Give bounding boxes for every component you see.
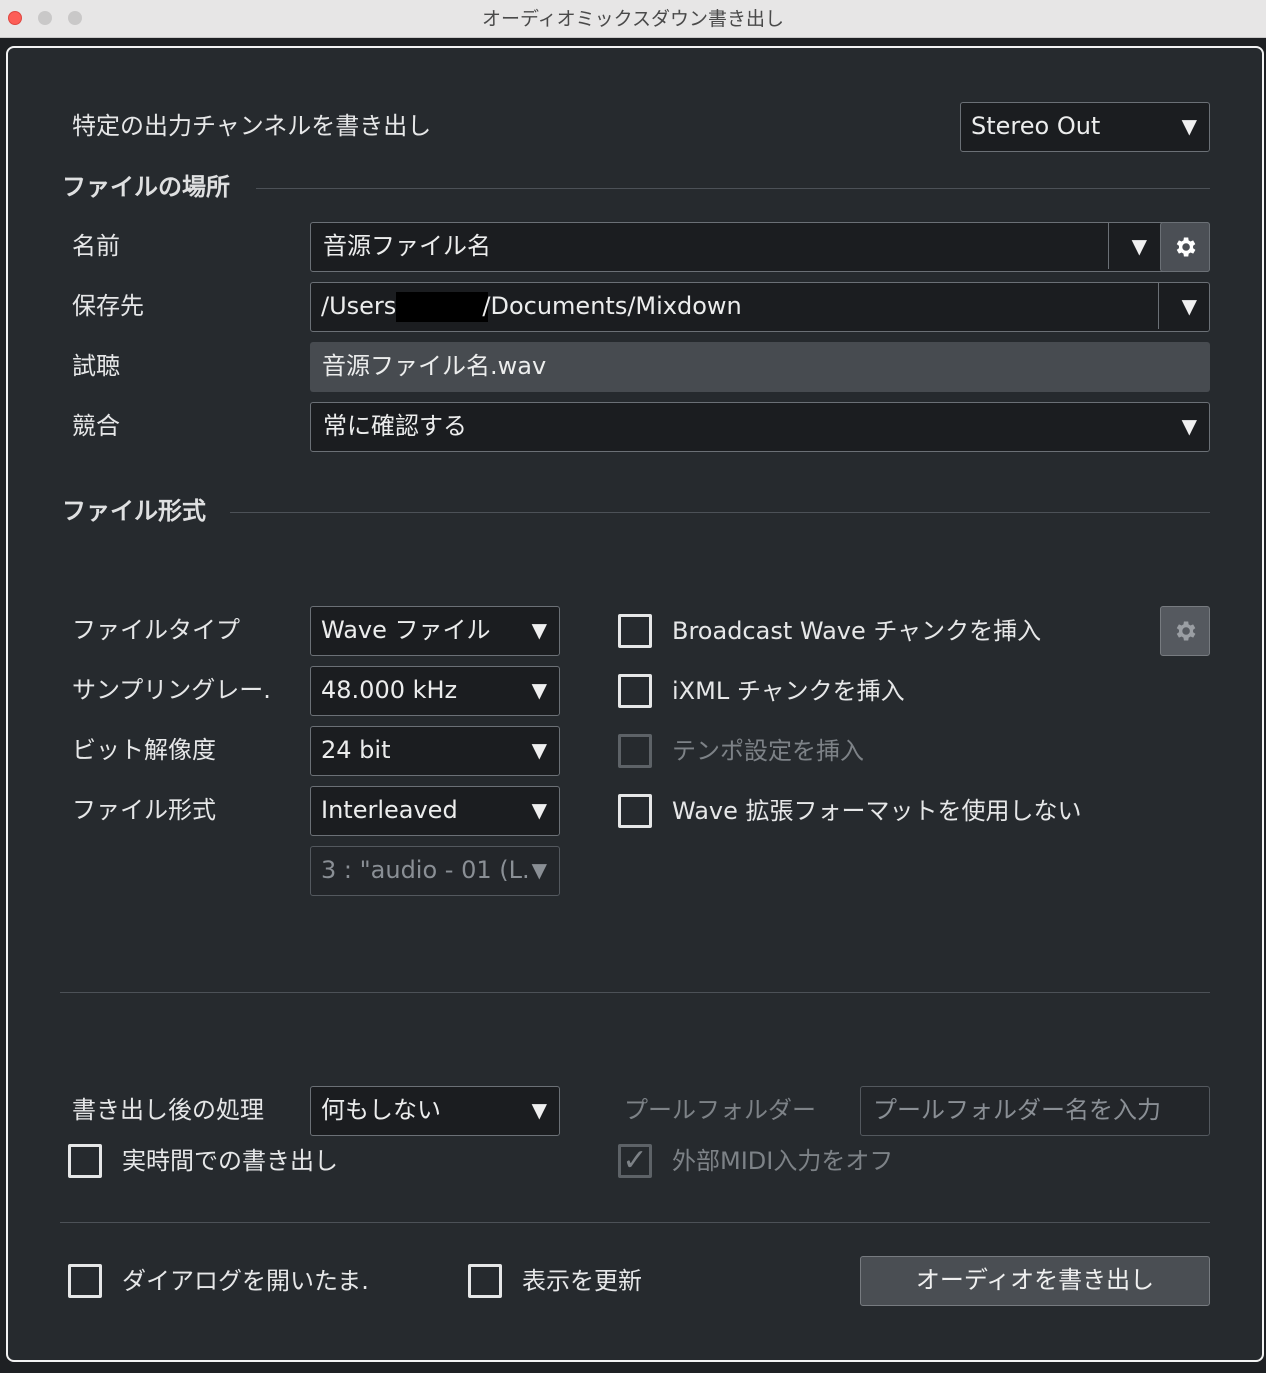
keep-dialog-open-label: ダイアログを開いたま. — [122, 1267, 369, 1295]
naming-scheme-settings-button[interactable] — [1160, 222, 1210, 272]
file-type-label: ファイルタイプ — [72, 616, 240, 644]
redacted-username — [396, 292, 489, 322]
realtime-export-label: 実時間での書き出し — [122, 1147, 338, 1175]
section-divider — [60, 992, 1210, 993]
conflict-value: 常に確認する — [323, 412, 467, 440]
broadcast-wave-settings-button[interactable] — [1160, 606, 1210, 656]
dropdown-arrow-icon: ▼ — [531, 1098, 547, 1122]
channel-select: 3 : "audio - 01 (L. ▼ — [310, 846, 560, 896]
dropdown-arrow-icon: ▼ — [531, 618, 547, 642]
dropdown-arrow-icon: ▼ — [1181, 414, 1197, 438]
export-audio-button[interactable]: オーディオを書き出し — [860, 1256, 1210, 1306]
path-dropdown-icon[interactable]: ▼ — [1182, 283, 1197, 329]
tempo-label: テンポ設定を挿入 — [672, 737, 864, 765]
conflict-label: 競合 — [72, 412, 120, 440]
sample-rate-value: 48.000 kHz — [321, 676, 458, 704]
update-display-label: 表示を更新 — [522, 1267, 642, 1295]
broadcast-wave-label: Broadcast Wave チャンクを挿入 — [672, 617, 1042, 645]
post-process-value: 何もしない — [321, 1096, 441, 1124]
section-divider — [60, 1222, 1210, 1223]
section-title-file-location: ファイルの場所 — [62, 173, 230, 201]
post-process-label: 書き出し後の処理 — [72, 1096, 264, 1124]
dropdown-arrow-icon: ▼ — [531, 798, 547, 822]
no-wave-extensible-label: Wave 拡張フォーマットを使用しない — [672, 797, 1082, 825]
output-channel-value: Stereo Out — [971, 112, 1101, 140]
channel-value: 3 : "audio - 01 (L. — [321, 856, 530, 884]
dropdown-arrow-icon: ▼ — [531, 738, 547, 762]
conflict-select[interactable]: 常に確認する ▼ — [310, 402, 1210, 452]
gear-icon — [1176, 237, 1196, 257]
file-type-select[interactable]: Wave ファイル ▼ — [310, 606, 560, 656]
pool-folder-placeholder: プールフォルダー名を入力 — [873, 1096, 1161, 1124]
realtime-export-checkbox[interactable] — [68, 1144, 102, 1178]
section-divider — [230, 512, 1210, 513]
broadcast-wave-checkbox[interactable] — [618, 614, 652, 648]
section-title-file-format: ファイル形式 — [62, 497, 206, 525]
file-name-value: 音源ファイル名 — [323, 232, 491, 260]
checkmark-icon: ✓ — [622, 1143, 648, 1178]
midi-input-off-checkbox: ✓ — [618, 1143, 652, 1178]
dropdown-arrow-icon: ▼ — [531, 678, 547, 702]
tempo-checkbox — [618, 734, 652, 768]
name-label: 名前 — [72, 232, 120, 260]
bit-depth-label: ビット解像度 — [72, 736, 216, 764]
file-type-value: Wave ファイル — [321, 616, 491, 644]
pool-folder-input: プールフォルダー名を入力 — [860, 1086, 1210, 1136]
save-path-field[interactable]: /Users/ /Documents/Mixdown ▼ — [310, 282, 1210, 332]
dropdown-arrow-icon: ▼ — [529, 847, 547, 893]
dropdown-arrow-icon: ▼ — [1181, 114, 1197, 138]
no-wave-extensible-checkbox[interactable] — [618, 794, 652, 828]
file-name-field[interactable]: 音源ファイル名 ▼ — [310, 222, 1210, 272]
bit-depth-value: 24 bit — [321, 736, 391, 764]
file-name-preview: 音源ファイル名.wav — [310, 342, 1210, 392]
export-channel-label: 特定の出力チャンネルを書き出し — [72, 112, 432, 140]
path-prefix: /Users/ — [321, 292, 405, 320]
output-channel-select[interactable]: Stereo Out ▼ — [960, 102, 1210, 152]
midi-input-off-label: 外部MIDI入力をオフ — [672, 1147, 894, 1175]
keep-dialog-open-checkbox[interactable] — [68, 1264, 102, 1298]
pool-folder-label: プールフォルダー — [624, 1096, 816, 1124]
update-display-checkbox[interactable] — [468, 1264, 502, 1298]
sample-rate-label: サンプリングレー. — [72, 676, 271, 704]
name-history-dropdown-icon[interactable]: ▼ — [1132, 223, 1147, 269]
interleave-format-value: Interleaved — [321, 796, 458, 824]
interleave-format-label: ファイル形式 — [72, 796, 216, 824]
ixml-checkbox[interactable] — [618, 674, 652, 708]
path-label: 保存先 — [72, 292, 144, 320]
path-suffix: /Documents/Mixdown — [482, 292, 742, 320]
section-divider — [256, 188, 1210, 189]
post-process-select[interactable]: 何もしない ▼ — [310, 1086, 560, 1136]
sample-rate-select[interactable]: 48.000 kHz ▼ — [310, 666, 560, 716]
interleave-format-select[interactable]: Interleaved ▼ — [310, 786, 560, 836]
bit-depth-select[interactable]: 24 bit ▼ — [310, 726, 560, 776]
gear-icon — [1176, 621, 1196, 641]
preview-label: 試聴 — [72, 352, 120, 380]
window-title: オーディオミックスダウン書き出し — [481, 8, 785, 30]
ixml-label: iXML チャンクを挿入 — [672, 677, 905, 705]
